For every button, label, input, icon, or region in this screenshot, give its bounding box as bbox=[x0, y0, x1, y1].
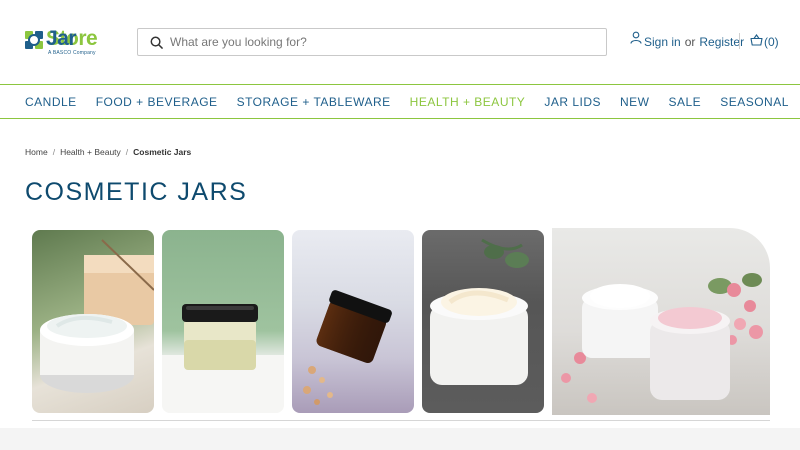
site-header: JarStore A BASCO Company Sign in or Regi… bbox=[0, 0, 800, 85]
nav-item-food-beverage[interactable]: FOOD + BEVERAGE bbox=[96, 95, 218, 109]
search-bar[interactable] bbox=[137, 28, 607, 56]
cart-count: (0) bbox=[764, 35, 779, 49]
banner-tile-1 bbox=[32, 230, 154, 413]
banner-tile-3 bbox=[292, 230, 414, 413]
sign-in-link[interactable]: Sign in bbox=[644, 35, 681, 49]
breadcrumb: Home / Health + Beauty / Cosmetic Jars bbox=[25, 147, 191, 157]
breadcrumb-separator: / bbox=[125, 147, 129, 157]
banner-tile-5 bbox=[552, 228, 770, 415]
cart-link[interactable]: (0) bbox=[750, 32, 779, 52]
nav-item-jar-lids[interactable]: JAR LIDS bbox=[544, 95, 601, 109]
amber-jar-with-flowers-icon bbox=[303, 290, 392, 405]
banner-divider bbox=[32, 420, 770, 421]
nav-item-new[interactable]: NEW bbox=[620, 95, 650, 109]
glass-jar-with-black-lid-icon bbox=[162, 304, 284, 413]
register-link[interactable]: Register bbox=[699, 35, 744, 49]
breadcrumb-separator: / bbox=[52, 147, 56, 157]
or-text: or bbox=[684, 35, 696, 49]
page-title: COSMETIC JARS bbox=[25, 178, 248, 206]
logo-name: Jar Store bbox=[46, 27, 98, 50]
jarstore-logo[interactable]: Jar Store A BASCO Company bbox=[25, 28, 125, 56]
header-divider bbox=[739, 33, 740, 49]
logo-text: Jar Store A BASCO Company bbox=[46, 27, 98, 57]
breadcrumb-health-beauty[interactable]: Health + Beauty bbox=[60, 147, 121, 157]
nav-item-health-beauty[interactable]: HEALTH + BEAUTY bbox=[410, 95, 526, 109]
white-cream-jar-dark-background-icon bbox=[430, 238, 529, 385]
logo-tagline: A BASCO Company bbox=[48, 50, 96, 56]
user-icon bbox=[630, 31, 644, 45]
breadcrumb-current: Cosmetic Jars bbox=[133, 147, 192, 157]
content-background-band bbox=[0, 428, 800, 450]
logo-name-jar: Jar bbox=[46, 27, 77, 50]
banner-tile-4 bbox=[422, 230, 544, 413]
logo-mark-icon bbox=[25, 31, 43, 49]
search-icon[interactable] bbox=[142, 29, 170, 55]
breadcrumb-home[interactable]: Home bbox=[25, 147, 48, 157]
category-banner bbox=[32, 228, 770, 416]
account-links: Sign in or Register bbox=[630, 31, 744, 52]
two-cream-jars-with-flowers-icon bbox=[561, 273, 763, 403]
main-navigation: CANDLE FOOD + BEVERAGE STORAGE + TABLEWA… bbox=[0, 86, 800, 119]
white-cream-jar-with-soap-icon bbox=[40, 239, 154, 393]
banner-tile-2 bbox=[162, 230, 284, 413]
search-input[interactable] bbox=[170, 30, 590, 54]
nav-item-storage-tableware[interactable]: STORAGE + TABLEWARE bbox=[237, 95, 391, 109]
nav-item-sale[interactable]: SALE bbox=[669, 95, 702, 109]
basket-icon bbox=[750, 33, 763, 47]
nav-item-candle[interactable]: CANDLE bbox=[25, 95, 77, 109]
nav-item-seasonal[interactable]: SEASONAL bbox=[720, 95, 789, 109]
